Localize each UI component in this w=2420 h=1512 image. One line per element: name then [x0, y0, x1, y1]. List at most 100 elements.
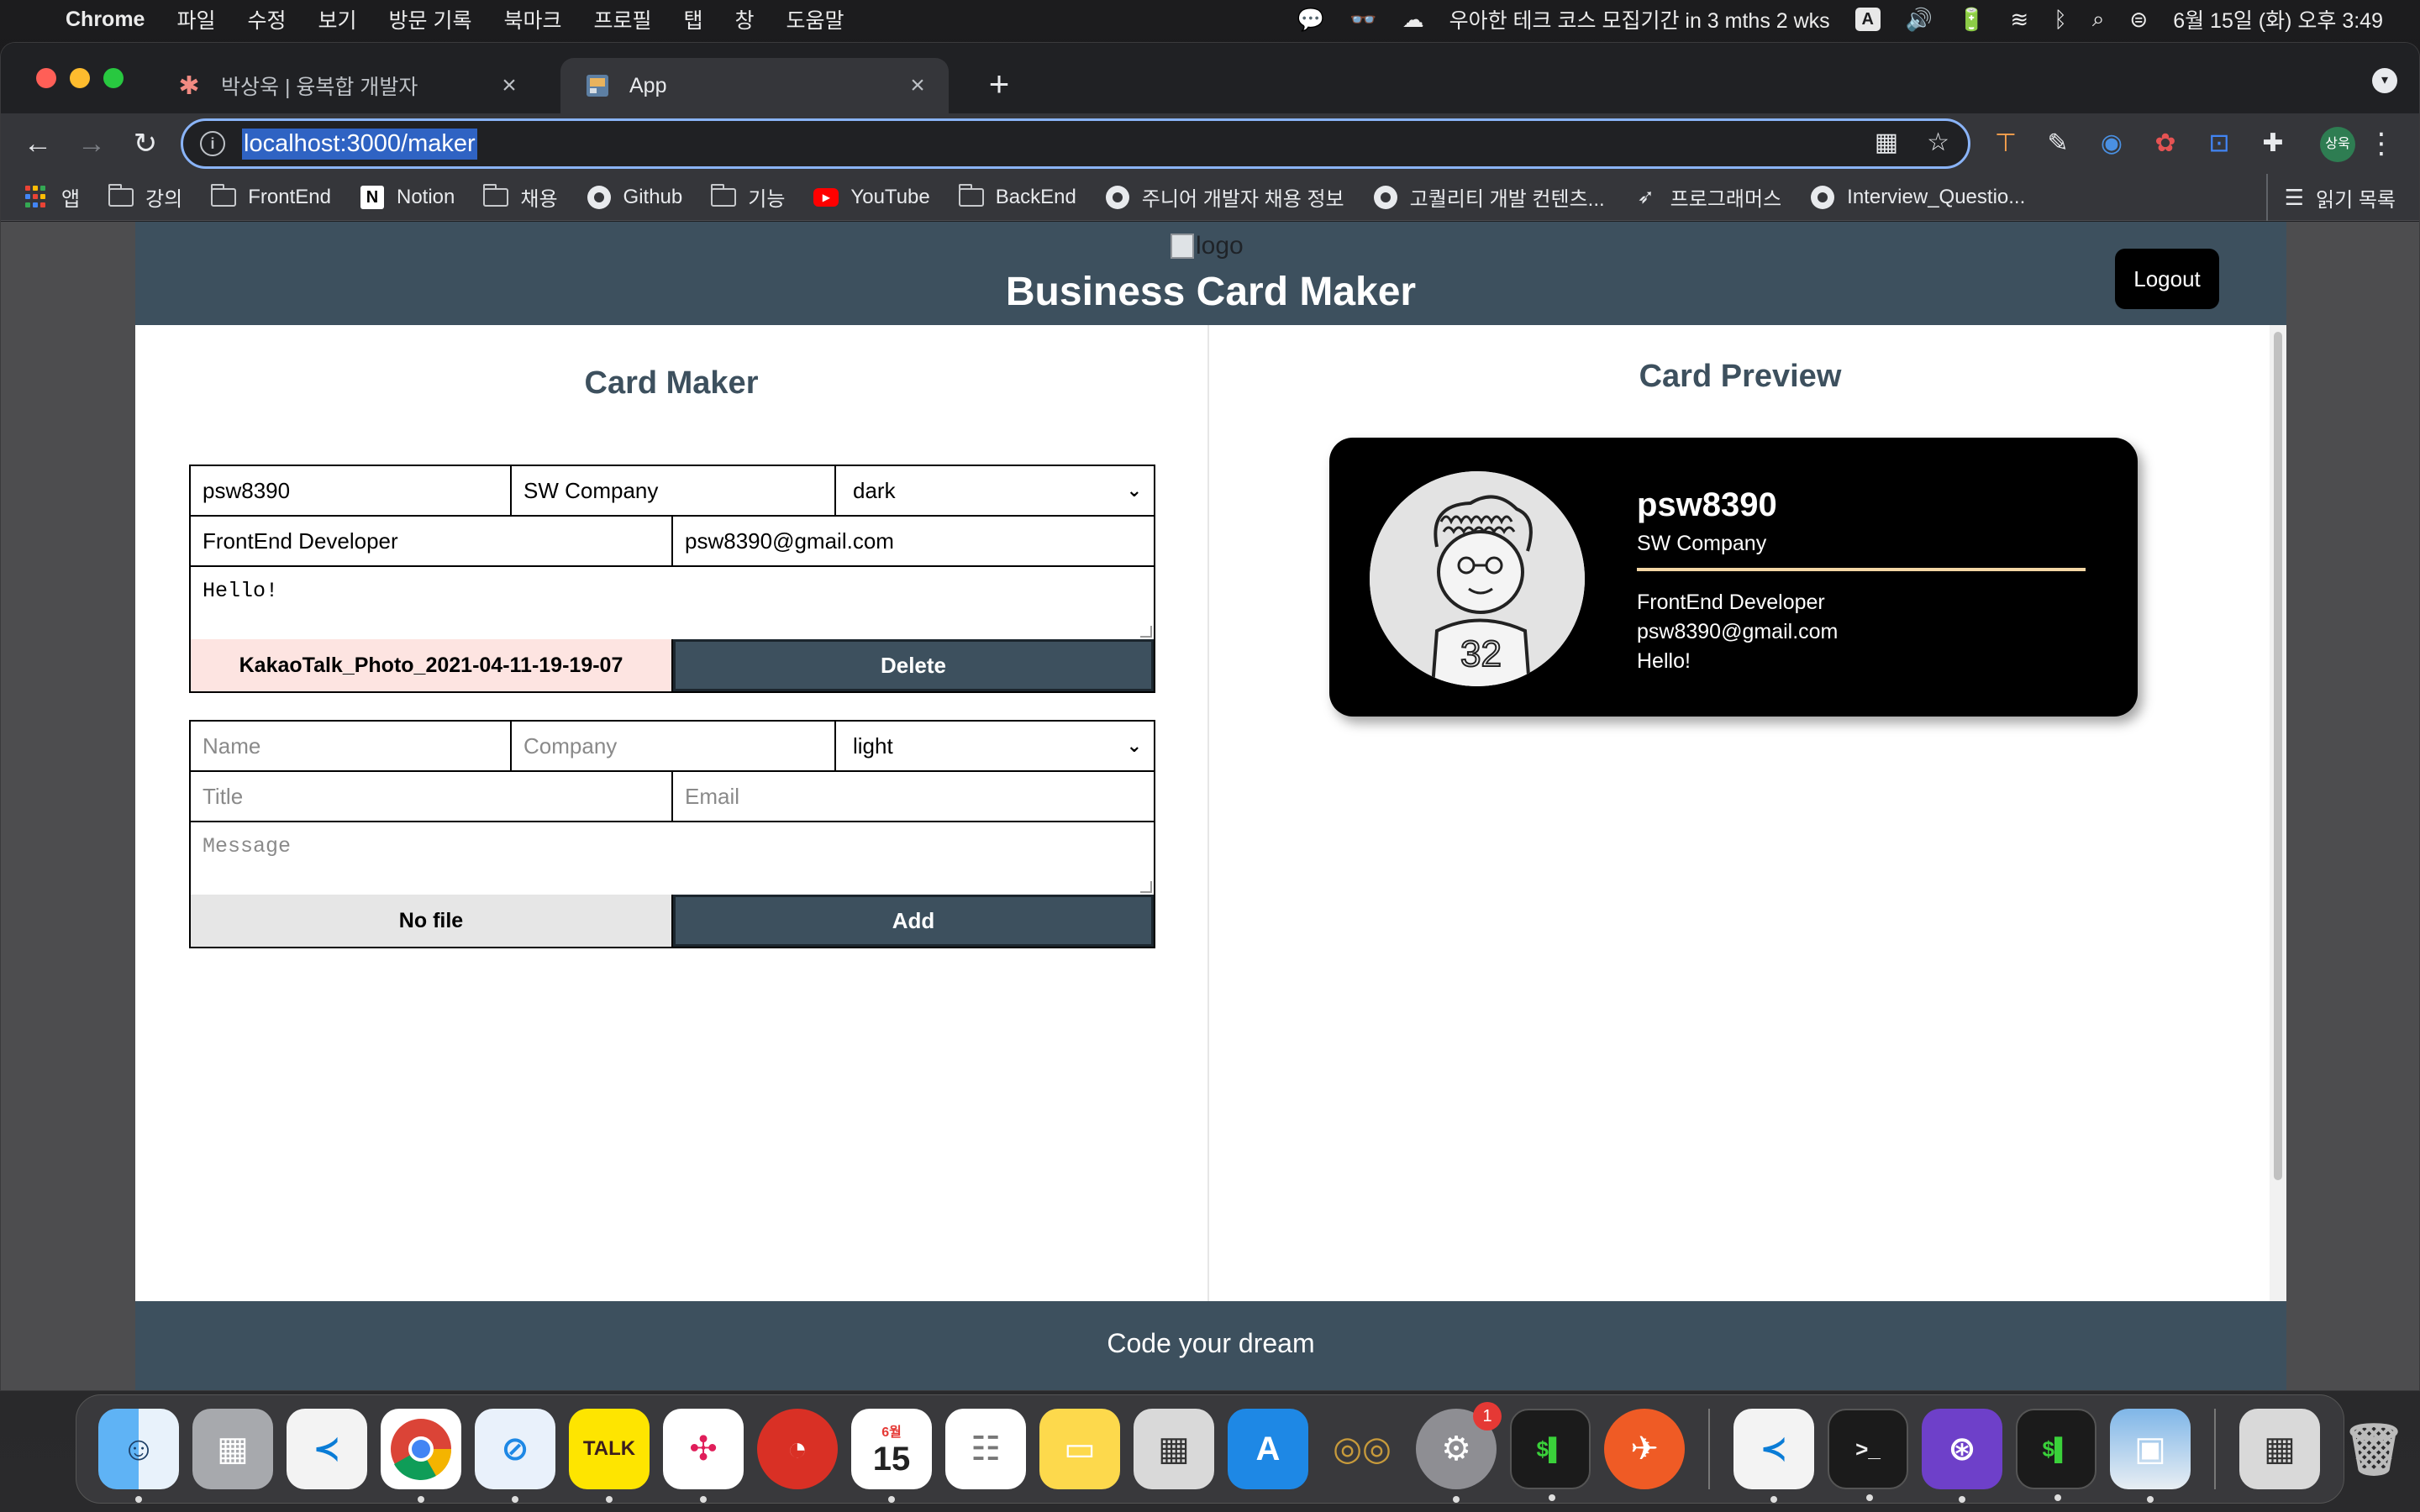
clock-icon[interactable]: ◔	[757, 1409, 838, 1489]
title-input[interactable]: FrontEnd Developer	[191, 517, 673, 567]
file-upload-button[interactable]: No file	[191, 895, 673, 947]
menu-help[interactable]: 도움말	[786, 4, 844, 34]
extensions-puzzle-icon[interactable]: ✚	[2254, 125, 2291, 162]
menu-tab[interactable]: 탭	[684, 4, 703, 34]
close-tab-icon[interactable]: ×	[497, 71, 522, 100]
menu-bookmarks[interactable]: 북마크	[503, 4, 561, 34]
control-center-icon[interactable]: ⊜	[2129, 7, 2148, 33]
wifi-icon[interactable]: ≋	[2010, 7, 2028, 33]
app-store-icon[interactable]: A	[1228, 1409, 1308, 1489]
calculator-icon[interactable]: ▦	[1134, 1409, 1214, 1489]
message-textarea[interactable]: Message	[191, 822, 1154, 896]
notes-icon[interactable]: ▭	[1039, 1409, 1120, 1489]
bookmark-youtube[interactable]: ▶ YouTube	[813, 186, 930, 209]
cloud-icon[interactable]: ☁	[1402, 7, 1424, 33]
bluetooth-icon[interactable]: ᛒ	[2054, 7, 2067, 33]
address-bar[interactable]: i localhost:3000/maker ▦ ☆	[181, 118, 1970, 169]
email-input[interactable]: Email	[673, 772, 1154, 822]
theme-select[interactable]: dark ⌄	[836, 466, 1154, 517]
bookmark-github[interactable]: Github	[587, 185, 682, 209]
battery-icon[interactable]: 🔋	[1958, 7, 1985, 33]
chrome-icon[interactable]	[381, 1409, 461, 1503]
glasses-icon[interactable]: 👓	[1349, 7, 1376, 33]
scrollbar-thumb[interactable]	[2274, 332, 2282, 1180]
forward-icon[interactable]: →	[73, 125, 110, 162]
vscode-icon[interactable]: ≺	[1733, 1409, 1814, 1503]
kakaotalk-icon[interactable]: TALK	[569, 1409, 650, 1503]
bookmark-interview-questions[interactable]: Interview_Questio...	[1810, 185, 2025, 209]
tab-app[interactable]: App ×	[560, 58, 949, 113]
chrome-menu-icon[interactable]: ⋮	[2367, 125, 2396, 162]
terminal-icon[interactable]: $▌	[1510, 1409, 1591, 1501]
new-tab-button[interactable]: +	[982, 63, 1016, 105]
menu-app-name[interactable]: Chrome	[66, 8, 145, 32]
spotlight-search-icon[interactable]: ⌕	[2092, 6, 2105, 33]
reload-icon[interactable]: ↻	[127, 125, 164, 162]
company-input[interactable]: SW Company	[512, 466, 836, 517]
chat-bubble-icon[interactable]: 💬	[1297, 7, 1324, 33]
close-tab-icon[interactable]: ×	[905, 71, 930, 100]
logout-button[interactable]: Logout	[2115, 249, 2219, 309]
name-input[interactable]: Name	[191, 722, 512, 772]
close-window-icon[interactable]	[36, 68, 56, 88]
page-scrollbar[interactable]	[2270, 325, 2286, 1301]
email-input[interactable]: psw8390@gmail.com	[673, 517, 1154, 567]
menu-view[interactable]: 보기	[318, 4, 357, 34]
reminders-icon[interactable]: ☷	[945, 1409, 1026, 1489]
vscode-icon[interactable]: ≺	[287, 1409, 367, 1489]
name-input[interactable]: psw8390	[191, 466, 512, 517]
bookmark-folder-backend[interactable]: BackEnd	[958, 183, 1076, 209]
reading-list-button[interactable]: ☰ 읽기 목록	[2265, 174, 2396, 221]
theme-select[interactable]: light ⌄	[836, 722, 1154, 772]
bookmark-apps[interactable]: 앱	[24, 182, 80, 212]
minimize-window-icon[interactable]	[70, 68, 90, 88]
menu-profiles[interactable]: 프로필	[593, 4, 651, 34]
qr-code-icon[interactable]: ▦	[1875, 128, 1898, 157]
bookmark-folder-lectures[interactable]: 강의	[108, 182, 182, 212]
slack-icon[interactable]: ✣	[663, 1409, 744, 1503]
extension-pen-icon[interactable]: ✎	[2039, 125, 2076, 162]
extension-t-icon[interactable]: ⊤	[1987, 125, 2024, 162]
bookmark-dev-contents[interactable]: 고퀄리티 개발 컨텐츠...	[1373, 182, 1605, 212]
tab-portfolio[interactable]: ✱ 박상욱 | 융복합 개발자 ×	[152, 58, 540, 113]
business-card[interactable]: 32 psw8390 SW Company FrontEnd Developer…	[1329, 438, 2138, 717]
volume-icon[interactable]: 🔊	[1906, 7, 1933, 33]
back-icon[interactable]: ←	[19, 125, 56, 162]
github-desktop-icon[interactable]: ⊛	[1922, 1409, 2002, 1503]
google-translate-icon[interactable]: ⊡	[2201, 125, 2238, 162]
safari-icon[interactable]: ⊘	[475, 1409, 555, 1503]
calendar-icon[interactable]: 6월 15	[851, 1409, 932, 1503]
clock-text[interactable]: 6월 15일 (화) 오후 3:49	[2173, 4, 2383, 34]
terminal-icon[interactable]: >_	[1828, 1409, 1908, 1501]
menu-edit[interactable]: 수정	[247, 4, 286, 34]
terminal-icon[interactable]: $▌	[2016, 1409, 2096, 1501]
bookmark-folder-frontend[interactable]: FrontEnd	[211, 183, 331, 209]
bookmark-programmers[interactable]: ➶ 프로그래머스	[1634, 182, 1782, 212]
trash-icon[interactable]: 🗑	[2333, 1409, 2414, 1489]
menu-window[interactable]: 창	[735, 4, 755, 34]
fullscreen-window-icon[interactable]	[103, 68, 124, 88]
bookmark-folder-features[interactable]: 기능	[711, 182, 785, 212]
tab-search-icon[interactable]: ▾	[2372, 68, 2397, 93]
postman-icon[interactable]: ✈	[1604, 1409, 1685, 1489]
url-text[interactable]: localhost:3000/maker	[242, 128, 477, 160]
calculator-icon[interactable]: ▦	[2239, 1409, 2320, 1489]
bookmark-junior-jobs[interactable]: 주니어 개발자 채용 정보	[1105, 182, 1344, 212]
finder-icon[interactable]: ☺	[98, 1409, 179, 1503]
bookmark-notion[interactable]: N Notion	[360, 185, 455, 209]
message-textarea[interactable]: Hello!	[191, 567, 1154, 641]
bookmark-star-icon[interactable]: ☆	[1927, 128, 1949, 157]
menu-file[interactable]: 파일	[176, 4, 215, 34]
delete-button[interactable]: Delete	[673, 639, 1154, 691]
resize-handle-icon[interactable]	[1140, 626, 1152, 638]
profile-avatar[interactable]: 상욱	[2320, 127, 2355, 162]
preview-icon[interactable]: ▣	[2110, 1409, 2191, 1503]
bookmark-folder-jobs[interactable]: 채용	[483, 182, 558, 212]
system-preferences-icon[interactable]: ⚙ 1	[1416, 1402, 1502, 1503]
extension-ladybug-icon[interactable]: ✿	[2147, 125, 2184, 162]
resize-handle-icon[interactable]	[1140, 881, 1152, 893]
site-info-icon[interactable]: i	[200, 131, 225, 156]
input-source-icon[interactable]: A	[1854, 8, 1881, 31]
add-button[interactable]: Add	[673, 895, 1154, 947]
extension-v-icon[interactable]: ◉	[2093, 125, 2130, 162]
